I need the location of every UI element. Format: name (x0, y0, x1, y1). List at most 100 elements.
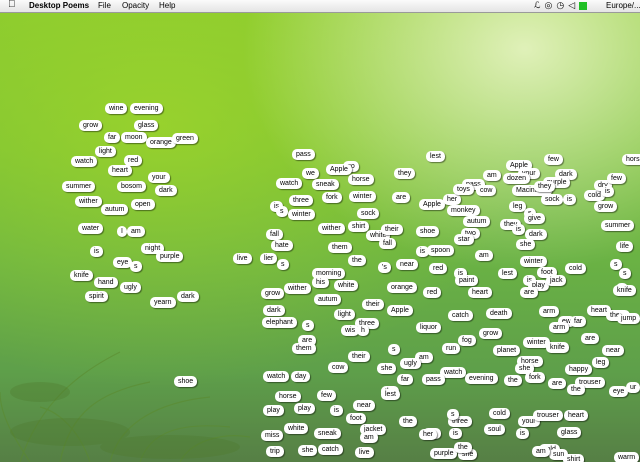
word-magnet[interactable]: them (292, 343, 316, 354)
word-magnet[interactable]: wither (284, 283, 311, 294)
word-magnet[interactable]: give (524, 213, 545, 224)
word-magnet[interactable]: grow (79, 120, 103, 131)
word-magnet[interactable]: evening (130, 103, 163, 114)
word-magnet[interactable]: autum (101, 204, 129, 215)
word-magnet[interactable]: winter (349, 191, 376, 202)
timezone-status[interactable]: Europe/... (606, 1, 640, 11)
word-magnet[interactable]: liquor (416, 322, 442, 333)
word-magnet[interactable]: far (570, 316, 587, 327)
word-magnet[interactable]: are (520, 287, 539, 298)
word-magnet[interactable]: lest (498, 268, 517, 279)
word-magnet[interactable]: h (357, 325, 369, 336)
script-icon[interactable]: ℒ (534, 0, 540, 11)
word-magnet[interactable]: lier (260, 253, 278, 264)
timemachine-icon[interactable]: ◷ (556, 0, 564, 11)
word-magnet[interactable]: cold (489, 408, 510, 419)
word-magnet[interactable]: their (362, 299, 384, 310)
word-magnet[interactable]: far (104, 132, 121, 143)
word-magnet[interactable]: near (353, 400, 376, 411)
word-magnet[interactable]: hate (271, 240, 293, 251)
word-magnet[interactable]: toys (453, 184, 474, 195)
word-magnet[interactable]: we (302, 168, 319, 179)
word-magnet[interactable]: fall (379, 238, 396, 249)
word-magnet[interactable]: wine (105, 103, 128, 114)
word-magnet[interactable]: horse (275, 391, 301, 402)
word-magnet[interactable]: purple (156, 251, 184, 262)
word-magnet[interactable]: 's (378, 262, 391, 273)
word-magnet[interactable]: paint (455, 275, 479, 286)
word-magnet[interactable]: cow (328, 362, 349, 373)
green-square-icon[interactable] (579, 2, 588, 10)
word-magnet[interactable]: white (334, 280, 359, 291)
word-magnet[interactable]: your (148, 172, 170, 183)
word-magnet[interactable]: jack (546, 275, 567, 286)
word-magnet[interactable]: the (454, 442, 472, 453)
word-magnet[interactable]: am (483, 170, 501, 181)
word-magnet[interactable]: s (277, 259, 289, 270)
word-magnet[interactable]: sock (357, 208, 380, 219)
word-magnet[interactable]: her (419, 429, 438, 440)
globe-icon[interactable]: ◎ (544, 0, 552, 11)
word-magnet[interactable]: green (172, 133, 198, 144)
word-magnet[interactable]: summer (601, 220, 635, 231)
word-magnet[interactable]: cold (565, 263, 586, 274)
word-magnet[interactable]: near (396, 259, 419, 270)
word-magnet[interactable]: heart (108, 165, 132, 176)
word-magnet[interactable]: grow (594, 201, 618, 212)
word-magnet[interactable]: are (581, 333, 600, 344)
word-magnet[interactable]: Apple (326, 164, 352, 175)
word-magnet[interactable]: the (399, 416, 417, 427)
word-magnet[interactable]: three (289, 195, 313, 206)
word-magnet[interactable]: jump (617, 313, 640, 324)
word-magnet[interactable]: catch (448, 310, 473, 321)
app-menu-desktop-poems[interactable]: Desktop Poems (29, 1, 89, 11)
word-magnet[interactable]: autum (314, 294, 342, 305)
word-magnet[interactable]: arm (539, 306, 560, 317)
word-magnet[interactable]: winter (288, 209, 315, 220)
word-magnet[interactable]: s (302, 320, 314, 331)
word-magnet[interactable]: sock (541, 194, 564, 205)
word-magnet[interactable]: grow (261, 288, 285, 299)
word-magnet[interactable]: shoe (174, 376, 198, 387)
word-magnet[interactable]: knife (70, 270, 93, 281)
word-magnet[interactable]: they (394, 168, 416, 179)
word-magnet[interactable]: few (544, 154, 563, 165)
word-magnet[interactable]: bosom (117, 181, 147, 192)
word-magnet[interactable]: the (504, 375, 522, 386)
word-magnet[interactable]: catch (318, 444, 343, 455)
word-magnet[interactable]: warm (614, 452, 640, 462)
word-magnet[interactable]: pass (422, 374, 445, 385)
word-magnet[interactable]: orange (387, 282, 417, 293)
word-magnet[interactable]: happy (565, 364, 593, 375)
word-magnet[interactable]: is (601, 186, 615, 197)
word-magnet[interactable]: grow (479, 328, 503, 339)
word-magnet[interactable]: is (90, 246, 104, 257)
word-magnet[interactable]: planet (493, 345, 521, 356)
word-magnet[interactable]: ur (626, 382, 640, 393)
word-magnet[interactable]: s (276, 206, 288, 217)
word-magnet[interactable]: monkey (447, 205, 480, 216)
word-magnet[interactable]: light (334, 309, 355, 320)
word-magnet[interactable]: lest (426, 151, 445, 162)
word-magnet[interactable]: fork (322, 192, 342, 203)
word-magnet[interactable]: they (534, 181, 556, 192)
word-magnet[interactable]: watch (276, 178, 303, 189)
word-magnet[interactable]: horse (348, 174, 374, 185)
word-magnet[interactable]: red (429, 263, 448, 274)
word-magnet[interactable]: glass (557, 427, 582, 438)
word-magnet[interactable]: arm (549, 322, 570, 333)
word-magnet[interactable]: cow (476, 185, 497, 196)
word-magnet[interactable]: wither (318, 223, 345, 234)
word-magnet[interactable]: she (516, 239, 536, 250)
word-magnet[interactable]: play (294, 403, 315, 414)
word-magnet[interactable]: shoe (416, 226, 440, 237)
menu-help[interactable]: Help (159, 1, 175, 11)
word-magnet[interactable]: is (512, 224, 526, 235)
word-magnet[interactable]: are (548, 378, 567, 389)
word-magnet[interactable]: she (377, 363, 397, 374)
word-magnet[interactable]: ugly (120, 282, 141, 293)
word-magnet[interactable]: heart (468, 287, 492, 298)
word-magnet[interactable]: am (532, 446, 550, 457)
word-magnet[interactable]: foot (346, 413, 366, 424)
word-magnet[interactable]: Apple (387, 305, 413, 316)
